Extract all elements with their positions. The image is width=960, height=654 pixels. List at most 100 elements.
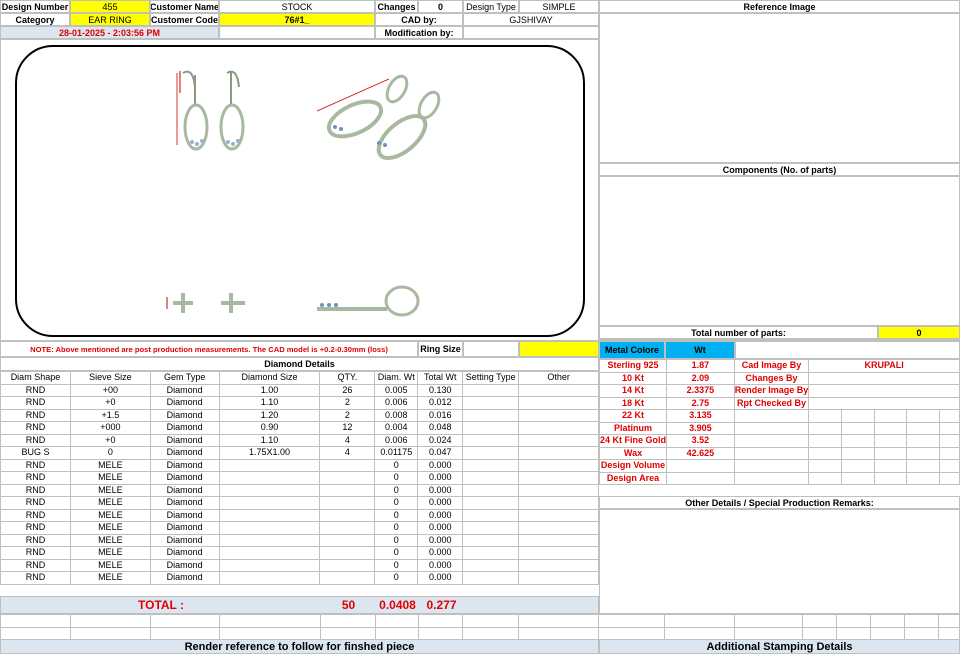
diamond-cell[interactable]	[319, 571, 376, 585]
diamond-cell[interactable]: 0	[374, 558, 419, 572]
other-details-area[interactable]	[599, 509, 960, 614]
diamond-cell[interactable]: MELE	[69, 571, 151, 585]
diamond-cell[interactable]: 0.000	[417, 471, 464, 485]
diamond-cell[interactable]	[518, 383, 599, 397]
design-type-value[interactable]: SIMPLE	[519, 0, 599, 13]
diamond-cell[interactable]	[518, 496, 599, 510]
diamond-cell[interactable]	[319, 496, 376, 510]
diamond-cell[interactable]: 0	[374, 483, 419, 497]
diamond-cell[interactable]	[518, 521, 599, 535]
diamond-cell[interactable]	[462, 433, 520, 447]
diamond-cell[interactable]: Diamond	[149, 521, 220, 535]
diamond-cell[interactable]: 0	[374, 546, 419, 560]
diamond-cell[interactable]	[518, 433, 599, 447]
diamond-cell[interactable]	[462, 558, 520, 572]
metal-wt[interactable]: 3.135	[666, 409, 735, 423]
diamond-cell[interactable]: 0.024	[417, 433, 464, 447]
diamond-cell[interactable]: RND	[0, 483, 71, 497]
diamond-cell[interactable]	[462, 533, 520, 547]
diamond-cell[interactable]: Diamond	[149, 383, 220, 397]
diamond-cell[interactable]: Diamond	[149, 571, 220, 585]
diamond-cell[interactable]	[462, 458, 520, 472]
diamond-cell[interactable]	[518, 396, 599, 410]
diamond-cell[interactable]: BUG S	[0, 446, 71, 460]
diamond-cell[interactable]: RND	[0, 408, 71, 422]
diamond-cell[interactable]: RND	[0, 558, 71, 572]
diamond-cell[interactable]	[518, 471, 599, 485]
signoff-value[interactable]	[808, 371, 960, 385]
diamond-cell[interactable]: 0.000	[417, 571, 464, 585]
changes-value[interactable]: 0	[418, 0, 463, 13]
ring-size-value[interactable]	[519, 341, 599, 357]
diamond-cell[interactable]: 0	[374, 471, 419, 485]
diamond-cell[interactable]: MELE	[69, 483, 151, 497]
diamond-cell[interactable]: RND	[0, 546, 71, 560]
diamond-cell[interactable]	[462, 446, 520, 460]
diamond-cell[interactable]: Diamond	[149, 446, 220, 460]
diamond-cell[interactable]	[319, 546, 376, 560]
diamond-cell[interactable]	[462, 546, 520, 560]
diamond-cell[interactable]: 0.90	[218, 421, 321, 435]
diamond-cell[interactable]: Diamond	[149, 471, 220, 485]
diamond-cell[interactable]: RND	[0, 496, 71, 510]
diamond-cell[interactable]: +0	[69, 433, 151, 447]
diamond-cell[interactable]: Diamond	[149, 496, 220, 510]
diamond-cell[interactable]: 0.006	[374, 433, 419, 447]
diamond-cell[interactable]: 0.012	[417, 396, 464, 410]
diamond-cell[interactable]: RND	[0, 508, 71, 522]
diamond-cell[interactable]	[462, 496, 520, 510]
diamond-cell[interactable]	[462, 408, 520, 422]
diamond-cell[interactable]: Diamond	[149, 421, 220, 435]
diamond-cell[interactable]	[218, 471, 321, 485]
diamond-cell[interactable]: 0.000	[417, 508, 464, 522]
diamond-cell[interactable]: +0	[69, 396, 151, 410]
diamond-cell[interactable]: 0.047	[417, 446, 464, 460]
diamond-cell[interactable]: 0.130	[417, 383, 464, 397]
diamond-cell[interactable]: 0	[374, 533, 419, 547]
diamond-cell[interactable]: 0.004	[374, 421, 419, 435]
diamond-cell[interactable]	[319, 521, 376, 535]
diamond-cell[interactable]: MELE	[69, 546, 151, 560]
diamond-cell[interactable]: 0.000	[417, 558, 464, 572]
signoff-value[interactable]	[808, 396, 960, 410]
metal-wt[interactable]: 42.625	[666, 446, 735, 460]
diamond-cell[interactable]: Diamond	[149, 508, 220, 522]
diamond-cell[interactable]: RND	[0, 421, 71, 435]
diamond-cell[interactable]: MELE	[69, 558, 151, 572]
customer-code-value[interactable]: 76#1_	[219, 13, 375, 26]
diamond-cell[interactable]: 2	[319, 396, 376, 410]
diamond-cell[interactable]: 0.016	[417, 408, 464, 422]
diamond-cell[interactable]	[218, 483, 321, 497]
diamond-cell[interactable]: 0.000	[417, 483, 464, 497]
diamond-cell[interactable]	[319, 471, 376, 485]
diamond-cell[interactable]: MELE	[69, 471, 151, 485]
diamond-cell[interactable]: 1.00	[218, 383, 321, 397]
diamond-cell[interactable]: 12	[319, 421, 376, 435]
cad-by-value[interactable]: GJSHIVAY	[463, 13, 599, 26]
diamond-cell[interactable]: Diamond	[149, 458, 220, 472]
metal-wt[interactable]	[666, 471, 735, 485]
diamond-cell[interactable]	[462, 571, 520, 585]
diamond-cell[interactable]	[462, 421, 520, 435]
diamond-cell[interactable]: Diamond	[149, 396, 220, 410]
diamond-cell[interactable]	[218, 546, 321, 560]
diamond-cell[interactable]: Diamond	[149, 558, 220, 572]
diamond-cell[interactable]	[319, 508, 376, 522]
diamond-cell[interactable]: 4	[319, 446, 376, 460]
diamond-cell[interactable]: 1.10	[218, 433, 321, 447]
diamond-cell[interactable]	[518, 533, 599, 547]
diamond-cell[interactable]: Diamond	[149, 433, 220, 447]
diamond-cell[interactable]: +00	[69, 383, 151, 397]
diamond-cell[interactable]	[218, 508, 321, 522]
diamond-cell[interactable]: 2	[319, 408, 376, 422]
diamond-cell[interactable]: RND	[0, 383, 71, 397]
diamond-cell[interactable]	[319, 558, 376, 572]
design-number-value[interactable]: 455	[70, 0, 150, 13]
diamond-cell[interactable]: 0.006	[374, 396, 419, 410]
diamond-cell[interactable]: RND	[0, 533, 71, 547]
diamond-cell[interactable]	[462, 508, 520, 522]
diamond-cell[interactable]: 1.20	[218, 408, 321, 422]
diamond-cell[interactable]: RND	[0, 471, 71, 485]
diamond-cell[interactable]: Diamond	[149, 408, 220, 422]
diamond-cell[interactable]: MELE	[69, 533, 151, 547]
